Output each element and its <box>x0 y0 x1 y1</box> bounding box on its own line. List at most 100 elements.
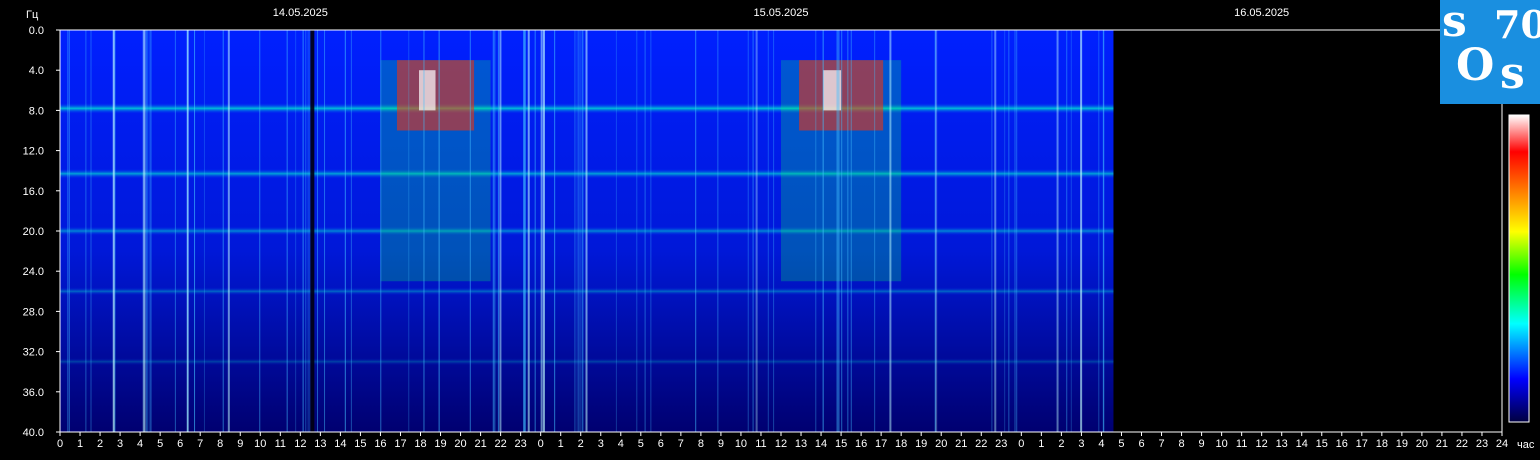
streak <box>554 30 556 432</box>
streak <box>286 30 288 432</box>
y-tick-label: 8.0 <box>29 105 44 117</box>
streak <box>615 30 617 432</box>
streak <box>1098 30 1100 432</box>
streak <box>499 30 502 432</box>
x-tick-label: 2 <box>578 438 584 450</box>
x-tick-label: 9 <box>718 438 724 450</box>
streak <box>822 30 824 432</box>
x-tick-label: 13 <box>314 438 326 450</box>
streak <box>1080 30 1083 432</box>
streak <box>90 30 92 432</box>
streak <box>540 30 543 432</box>
streak <box>492 30 494 432</box>
x-tick-label: 17 <box>1356 438 1368 450</box>
streak <box>112 30 115 432</box>
x-tick-label: 20 <box>454 438 466 450</box>
x-tick-label: 6 <box>1138 438 1144 450</box>
streak <box>580 30 582 432</box>
streak <box>317 30 319 432</box>
x-tick-label: 17 <box>394 438 406 450</box>
x-tick-label: 11 <box>1236 438 1247 450</box>
x-tick-label: 8 <box>217 438 223 450</box>
x-tick-label: 10 <box>735 438 747 450</box>
x-tick-label: 3 <box>1078 438 1084 450</box>
streak <box>542 30 545 432</box>
streak <box>186 30 189 432</box>
x-tick-label: 16 <box>374 438 386 450</box>
streak <box>991 30 993 432</box>
streak <box>524 30 526 432</box>
streak <box>423 30 425 432</box>
x-tick-label: 16 <box>855 438 867 450</box>
y-tick-label: 32.0 <box>23 347 44 359</box>
streak <box>307 30 309 432</box>
date-label: 14.05.2025 <box>273 7 328 19</box>
intense-peak-0 <box>418 70 436 111</box>
streak <box>324 30 326 432</box>
sos70-logo: s 70 O s <box>1440 0 1540 104</box>
x-tick-label: 19 <box>1396 438 1408 450</box>
x-tick-label: 19 <box>434 438 446 450</box>
streak <box>889 30 892 432</box>
streak <box>227 30 230 432</box>
streak <box>438 30 440 432</box>
streak <box>150 30 152 432</box>
x-tick-label: 19 <box>915 438 927 450</box>
streak <box>295 30 297 432</box>
streak <box>838 30 840 432</box>
y-axis: 0.0 4.0 8.0 12.0 16.0 20.0 24.0 28.0 32.0 36.0 40.… <box>23 25 60 439</box>
streak <box>755 30 758 432</box>
streak <box>302 30 304 432</box>
streak <box>1014 30 1016 432</box>
x-tick-label: 18 <box>1376 438 1388 450</box>
x-tick-label: 9 <box>237 438 243 450</box>
streak <box>149 30 151 432</box>
x-tick-label: 10 <box>1215 438 1227 450</box>
streak <box>576 30 578 432</box>
x-tick-label: 23 <box>995 438 1007 450</box>
date-label: 15.05.2025 <box>753 7 808 19</box>
streak <box>1070 30 1072 432</box>
streak <box>143 30 146 432</box>
x-tick-label: 22 <box>975 438 987 450</box>
streak <box>578 30 580 432</box>
x-tick-label: 0 <box>1018 438 1024 450</box>
streak <box>1066 30 1068 432</box>
x-tick-label: 21 <box>955 438 967 450</box>
streak <box>934 30 936 432</box>
streak <box>497 30 499 432</box>
x-tick-label: 1 <box>558 438 564 450</box>
logo-letter-o: O <box>1456 40 1495 91</box>
x-tick-label: 0 <box>57 438 63 450</box>
x-tick-label: 14 <box>815 438 827 450</box>
streak <box>146 30 148 432</box>
x-tick-label: 5 <box>1118 438 1124 450</box>
streak <box>574 30 576 432</box>
x-tick-label: 17 <box>875 438 887 450</box>
x-tick-label: 13 <box>1276 438 1288 450</box>
streak <box>1008 30 1010 432</box>
x-axis: 0 1 2 3 4 5 6 7 8 9 10 11 12 13 14 15 16 17 18 19 20 21 22 23 0 1… <box>57 432 1508 450</box>
x-tick-label: 8 <box>698 438 704 450</box>
streak <box>752 30 754 432</box>
y-axis-title: Гц <box>26 9 39 21</box>
x-tick-label: 20 <box>935 438 947 450</box>
y-tick-label: 12.0 <box>23 146 44 158</box>
x-tick-label: 11 <box>755 438 766 450</box>
x-tick-label: 12 <box>1256 438 1268 450</box>
streak <box>259 30 261 432</box>
y-tick-label: 40.0 <box>23 427 44 439</box>
y-tick-label: 16.0 <box>23 186 44 198</box>
streak <box>850 30 852 432</box>
x-tick-label: 21 <box>474 438 486 450</box>
x-tick-label: 18 <box>414 438 426 450</box>
logo-number: 70 <box>1494 2 1540 47</box>
x-tick-label: 4 <box>1098 438 1104 450</box>
x-tick-label: 7 <box>678 438 684 450</box>
y-tick-label: 24.0 <box>23 266 44 278</box>
streak <box>408 30 410 432</box>
streak <box>773 30 775 432</box>
streak <box>194 30 196 432</box>
x-tick-label: 4 <box>618 438 624 450</box>
streak <box>1004 30 1006 432</box>
